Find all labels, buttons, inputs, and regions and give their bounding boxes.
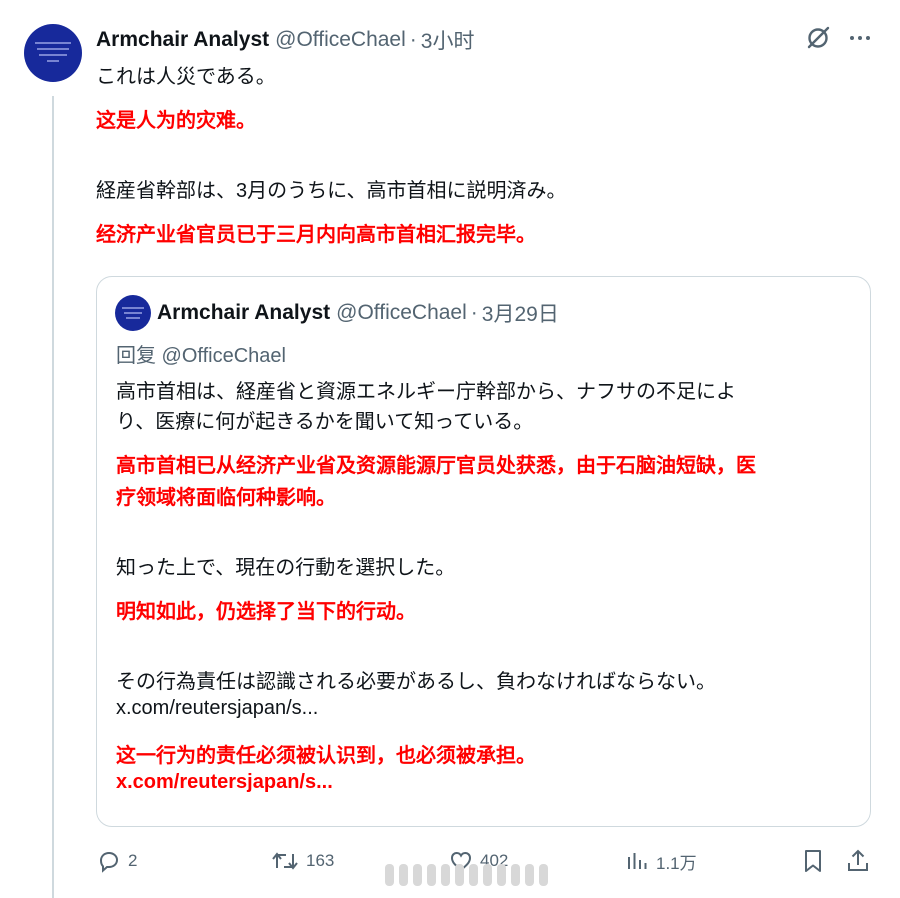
quote-author-name[interactable]: Armchair Analyst (157, 301, 330, 325)
author-handle[interactable]: @OfficeChael (275, 28, 406, 52)
views-icon (628, 853, 647, 869)
quote-text-jp-1b: り、医療に何が起きるかを聞いて知っている。 (116, 411, 534, 433)
quote-time[interactable]: 3月29日 (482, 298, 559, 328)
quote-text-jp-2: 知った上で、現在の行動を選択した。 (116, 557, 456, 579)
reply-button[interactable]: 2 (96, 846, 137, 876)
quote-text-jp-1a: 高市首相は、経産省と資源エネルギー庁幹部から、ナフサの不足によ (116, 381, 736, 403)
retweet-icon (272, 852, 298, 870)
tweet-text-jp-1: これは人災である。 (96, 66, 276, 88)
separator-dot: · (409, 28, 417, 51)
quote-text-jp-3: その行為責任は認識される必要があるし、負わなければならない。 (116, 671, 716, 693)
tweet-text-cn-2: 经济产业省官员已于三月内向高市首相汇报完毕。 (96, 224, 536, 246)
reply-count: 2 (128, 851, 138, 870)
thread-line (52, 96, 54, 898)
quote-separator-dot: · (470, 301, 478, 324)
bookmark-button[interactable] (800, 846, 826, 876)
bookmark-icon (805, 850, 821, 872)
overlay-watermark (385, 862, 548, 888)
quote-header: Armchair Analyst @OfficeChael · 3月29日 (157, 299, 559, 327)
grok-icon[interactable] (804, 24, 832, 52)
quote-avatar[interactable] (115, 295, 151, 331)
quote-link[interactable]: x.com/reutersjapan/s... (116, 697, 318, 720)
share-icon (848, 849, 868, 871)
quote-reply-to[interactable]: 回复 @OfficeChael (116, 339, 286, 368)
quote-text-cn-3: 这一行为的责任必须被认识到，也必须被承担。 (116, 745, 536, 767)
reply-icon (99, 851, 119, 873)
quoted-tweet[interactable]: Armchair Analyst @OfficeChael · 3月29日 回复… (96, 276, 871, 827)
quote-link-cn[interactable]: x.com/reutersjapan/s... (116, 771, 333, 794)
tweet-text-cn-1: 这是人为的灾难。 (96, 110, 256, 132)
quote-text-cn-1b: 疗领域将面临何种影响。 (116, 487, 336, 509)
tweet-text-jp-2: 経産省幹部は、3月のうちに、高市首相に説明済み。 (96, 180, 567, 202)
avatar[interactable] (24, 24, 82, 82)
tweet-header: Armchair Analyst @OfficeChael · 3小时 (96, 26, 474, 54)
retweet-count: 163 (306, 851, 335, 870)
author-name[interactable]: Armchair Analyst (96, 28, 269, 52)
share-button[interactable] (845, 846, 871, 876)
quote-text-cn-2: 明知如此，仍选择了当下的行动。 (116, 601, 416, 623)
views-button[interactable]: 1.1万 (624, 846, 697, 876)
quote-author-handle[interactable]: @OfficeChael (336, 301, 467, 325)
quote-text-cn-1a: 高市首相已从经济产业省及资源能源厅官员处获悉，由于石脑油短缺，医 (116, 455, 756, 477)
retweet-button[interactable]: 163 (270, 846, 334, 876)
views-count: 1.1万 (656, 853, 697, 873)
more-icon[interactable] (846, 26, 874, 50)
tweet-time[interactable]: 3小时 (421, 25, 475, 55)
